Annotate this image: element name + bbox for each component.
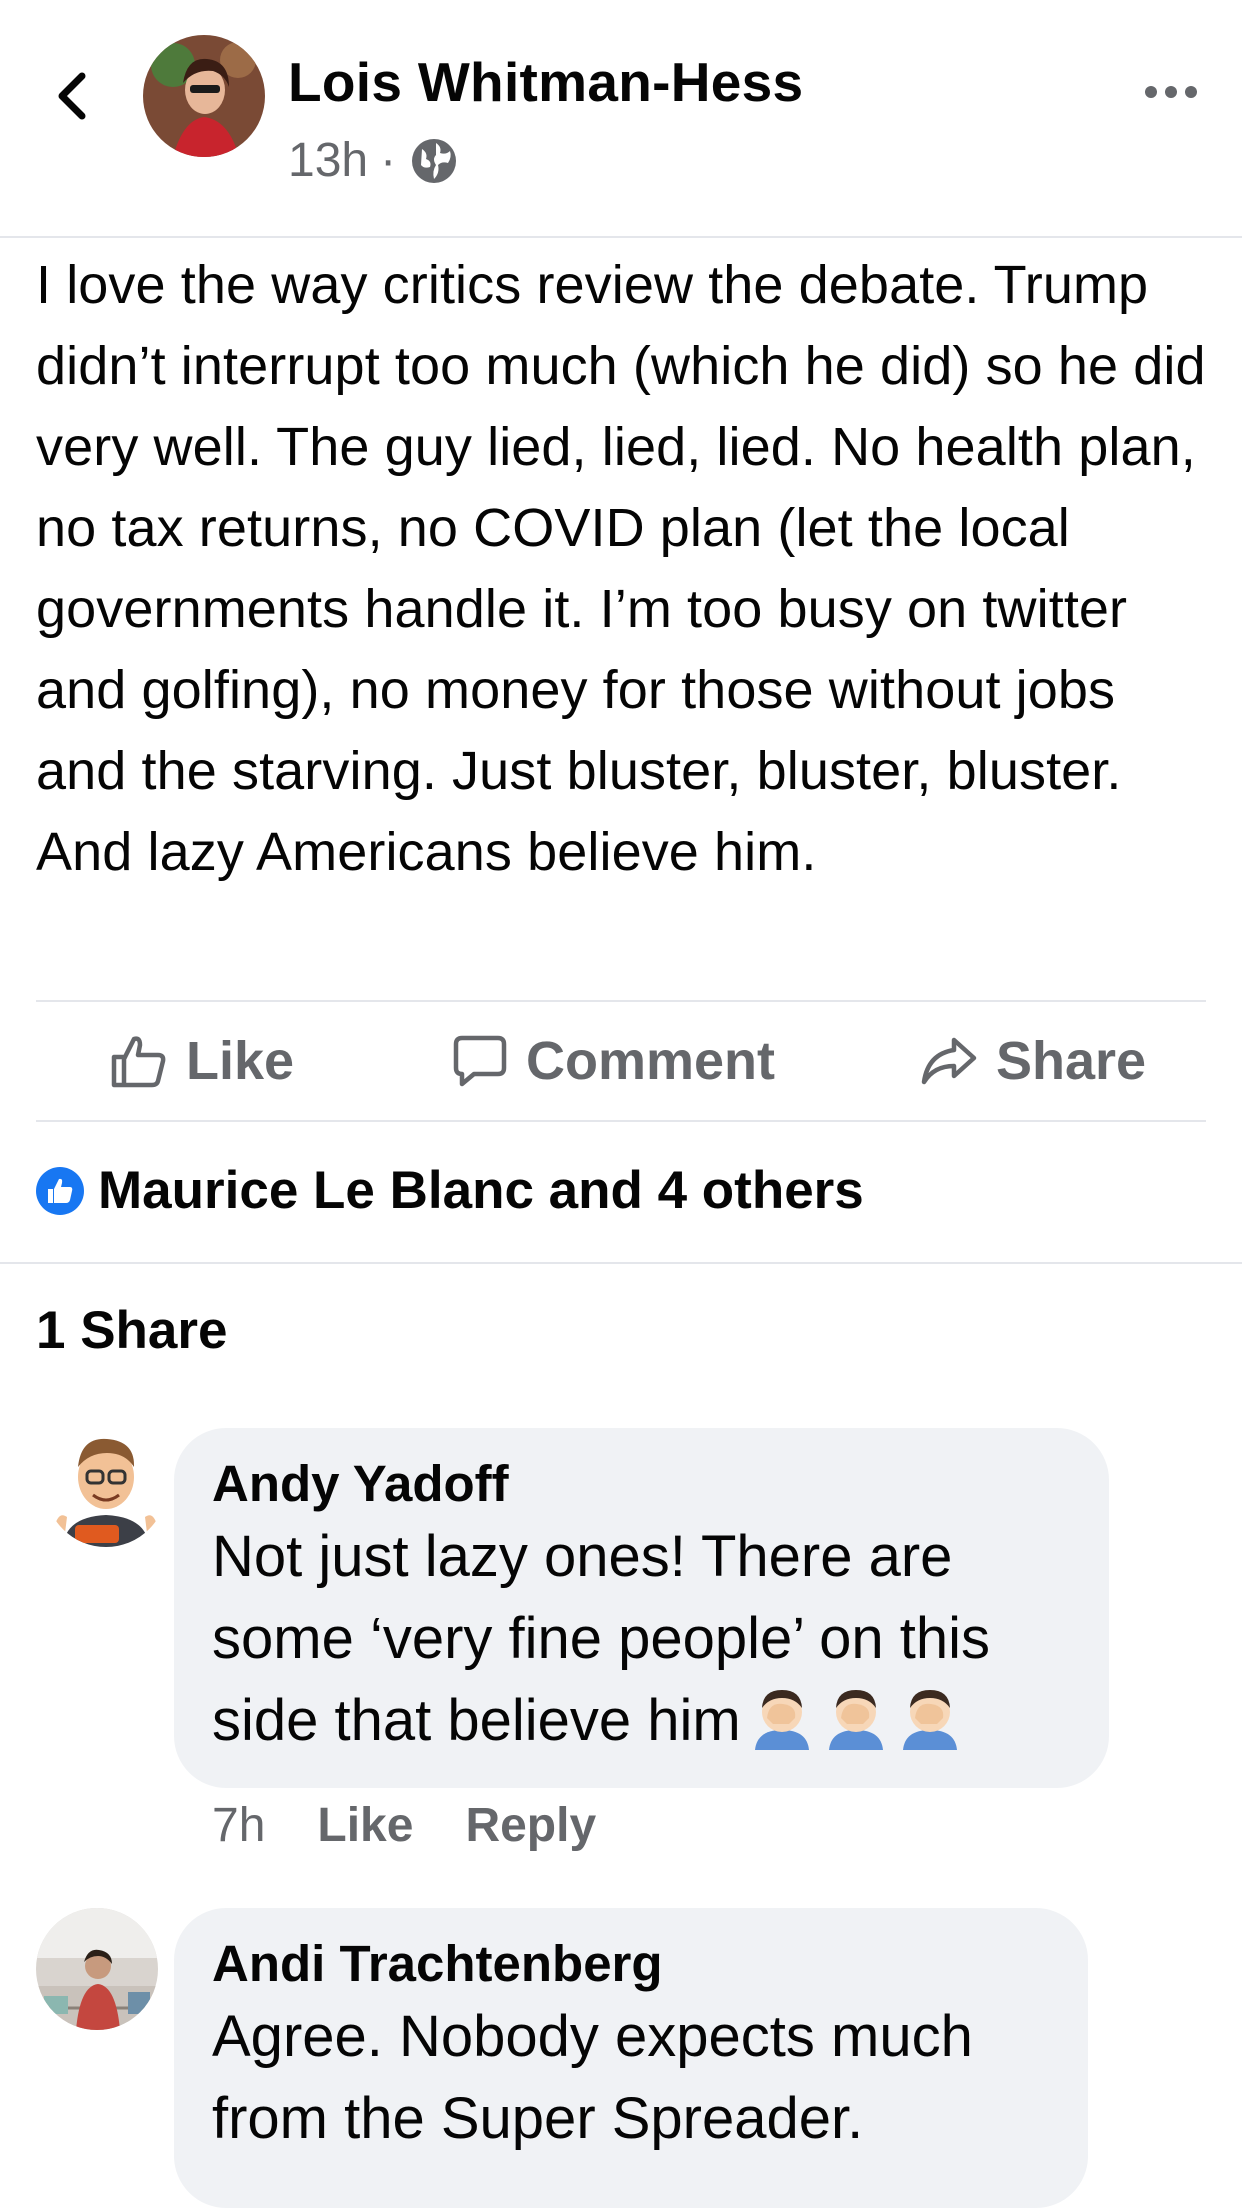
facepalm-emoji <box>828 1690 883 1750</box>
comment-like-button[interactable]: Like <box>317 1798 413 1853</box>
like-badge-icon <box>36 1166 84 1215</box>
post-text: I love the way critics review the debate… <box>36 255 1206 882</box>
share-arrow-icon <box>921 1037 977 1085</box>
comment-icon <box>453 1035 507 1087</box>
comment-author[interactable]: Andy Yadoff <box>212 1452 1071 1516</box>
divider <box>36 1120 1206 1122</box>
divider <box>0 1262 1242 1264</box>
comment-text: Not just lazy ones! There are some ‘very… <box>212 1516 1071 1762</box>
post-action-bar: Like Comment Share <box>36 1002 1206 1120</box>
share-label: Share <box>996 1031 1147 1091</box>
shares-count[interactable]: 1 Share <box>36 1300 228 1361</box>
globe-icon <box>412 138 457 183</box>
more-horizontal-icon[interactable] <box>1143 78 1199 106</box>
comment-author[interactable]: Andi Trachtenberg <box>212 1932 1050 1996</box>
facepalm-emoji <box>902 1690 957 1750</box>
comment-label: Comment <box>526 1031 776 1091</box>
comment-time[interactable]: 7h <box>212 1798 265 1853</box>
post-time[interactable]: 13h <box>288 133 368 188</box>
comment-bubble[interactable]: Andi Trachtenberg Agree. Nobody expects … <box>174 1908 1088 2208</box>
comment-meta: 7h Like Reply <box>212 1798 596 1853</box>
comment-text: Agree. Nobody expects much from the Supe… <box>212 2004 973 2151</box>
post-header: Lois Whitman-Hess 13h · <box>0 0 1242 238</box>
reactions-text: Maurice Le Blanc and 4 others <box>98 1161 864 1220</box>
comment-button[interactable]: Comment <box>452 1002 775 1120</box>
facepalm-emoji <box>754 1690 809 1750</box>
author-avatar[interactable] <box>143 35 265 157</box>
comment-bubble[interactable]: Andy Yadoff Not just lazy ones! There ar… <box>174 1428 1109 1788</box>
chevron-left-icon[interactable] <box>48 66 98 126</box>
like-label: Like <box>186 1031 295 1091</box>
meta-separator: · <box>380 134 397 187</box>
author-name[interactable]: Lois Whitman-Hess <box>288 50 803 114</box>
thumbs-up-icon <box>111 1036 166 1088</box>
commenter-avatar[interactable] <box>36 1908 158 2030</box>
like-button[interactable]: Like <box>110 1002 294 1120</box>
facepalm-emoji-group <box>741 1688 963 1753</box>
post-meta: 13h · <box>288 133 460 188</box>
commenter-avatar[interactable] <box>45 1425 167 1547</box>
reactions-summary[interactable]: Maurice Le Blanc and 4 others <box>36 1160 864 1221</box>
comment-reply-button[interactable]: Reply <box>465 1798 596 1853</box>
share-button[interactable]: Share <box>920 1002 1146 1120</box>
